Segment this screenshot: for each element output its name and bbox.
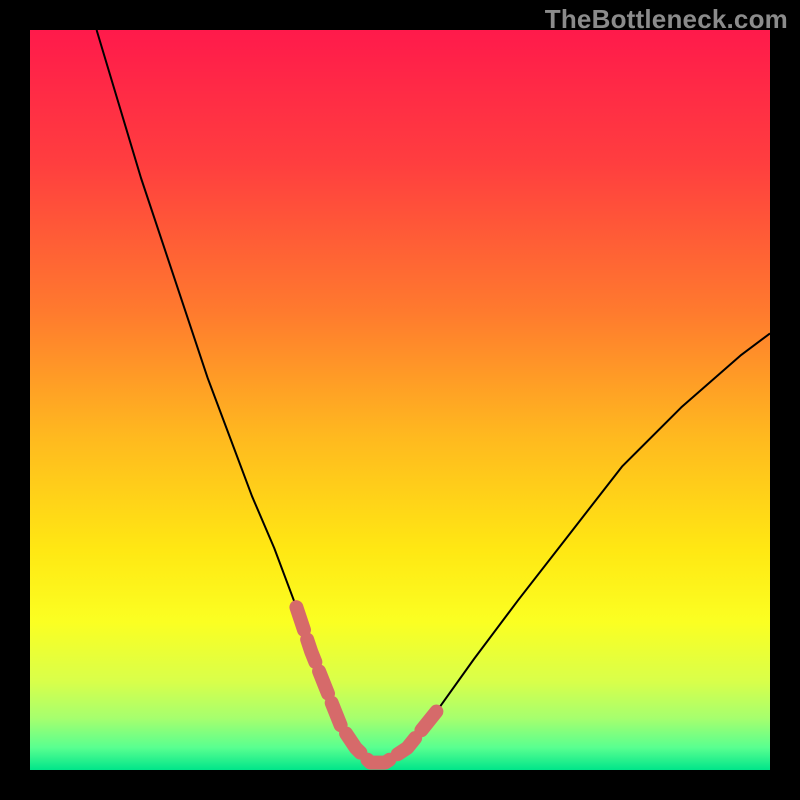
watermark-text: TheBottleneck.com [545,4,788,35]
plot-background [30,30,770,770]
chart-frame: TheBottleneck.com [0,0,800,800]
bottleneck-chart [0,0,800,800]
